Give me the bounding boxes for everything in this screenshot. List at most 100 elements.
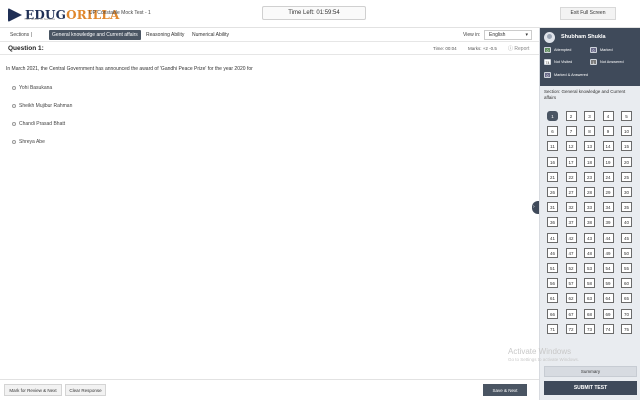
question-number-button[interactable]: 3 — [584, 111, 595, 121]
question-number-button[interactable]: 48 — [584, 247, 595, 258]
question-number-button[interactable]: 26 — [547, 187, 558, 197]
question-number-button[interactable]: 47 — [565, 247, 577, 258]
question-title: Question 1: — [8, 45, 44, 52]
question-number-button[interactable]: 39 — [602, 217, 614, 228]
question-number-button[interactable]: 29 — [602, 187, 614, 197]
question-number-button[interactable]: 52 — [565, 263, 577, 273]
tab-general-knowledge[interactable]: General knowledge and Current affairs — [49, 30, 141, 40]
question-number-button[interactable]: 54 — [602, 263, 614, 273]
question-number-button[interactable]: 65 — [621, 293, 632, 304]
question-number-button[interactable]: 49 — [602, 247, 614, 258]
question-number-button[interactable]: 25 — [621, 171, 632, 182]
question-number-button[interactable]: 51 — [547, 263, 558, 273]
question-number-button[interactable]: 41 — [547, 232, 558, 243]
language-value: English — [489, 32, 506, 38]
tab-numerical-ability[interactable]: Numerical Ability — [189, 30, 232, 40]
question-number-button[interactable]: 10 — [621, 126, 632, 137]
option-1[interactable]: Yohi Basukana — [12, 85, 52, 91]
question-number-button[interactable]: 19 — [602, 156, 614, 167]
question-number-button[interactable]: 22 — [565, 171, 577, 182]
question-number-button[interactable]: 23 — [584, 171, 595, 182]
question-number-button[interactable]: 62 — [565, 293, 577, 304]
question-number-button[interactable]: 5 — [621, 111, 632, 121]
question-number-button[interactable]: 59 — [602, 278, 614, 289]
question-number-button[interactable]: 44 — [602, 232, 614, 243]
question-number-button[interactable]: 13 — [584, 141, 595, 152]
question-number-button[interactable]: 72 — [565, 323, 577, 334]
question-number-button[interactable]: 31 — [547, 202, 558, 213]
save-next-button[interactable]: Save & Next — [483, 384, 527, 396]
question-number-button[interactable]: 64 — [602, 293, 614, 304]
option-2[interactable]: Sheikh Mujibur Rahman — [12, 103, 72, 109]
question-number-button[interactable]: 4 — [602, 111, 614, 121]
question-number-button[interactable]: 71 — [547, 323, 558, 334]
question-number-button[interactable]: 9 — [602, 126, 614, 137]
question-number-button[interactable]: 1 — [547, 111, 558, 121]
question-number-button[interactable]: 34 — [602, 202, 614, 213]
exit-fullscreen-button[interactable]: Exit Full Screen — [560, 7, 616, 20]
question-number-button[interactable]: 53 — [584, 263, 595, 273]
option-4[interactable]: Shreya Abe — [12, 139, 45, 145]
question-number-button[interactable]: 11 — [547, 141, 558, 152]
tab-reasoning-ability[interactable]: Reasoning Ability — [143, 30, 187, 40]
question-number-button[interactable]: 56 — [547, 278, 558, 289]
question-number-button[interactable]: 46 — [547, 247, 558, 258]
question-number-button[interactable]: 14 — [602, 141, 614, 152]
question-number-button[interactable]: 43 — [584, 232, 595, 243]
report-button[interactable]: ⓘ Report — [508, 45, 529, 52]
question-number-button[interactable]: 15 — [621, 141, 632, 152]
question-number-button[interactable]: 2 — [565, 111, 577, 121]
question-number-button[interactable]: 45 — [621, 232, 632, 243]
radio-button[interactable] — [12, 140, 16, 144]
question-number-button[interactable]: 33 — [584, 202, 595, 213]
mark-review-next-button[interactable]: Mark for Review & Next — [4, 384, 62, 396]
option-3[interactable]: Chandi Prasad Bhatt — [12, 121, 65, 127]
question-number-button[interactable]: 73 — [584, 323, 595, 334]
question-number-button[interactable]: 32 — [565, 202, 577, 213]
question-number-button[interactable]: 57 — [565, 278, 577, 289]
question-number-button[interactable]: 16 — [547, 156, 558, 167]
question-number-button[interactable]: 21 — [547, 171, 558, 182]
question-number-button[interactable]: 24 — [602, 171, 614, 182]
question-number-button[interactable]: 66 — [547, 308, 558, 319]
question-number-button[interactable]: 40 — [621, 217, 632, 228]
clear-response-button[interactable]: Clear Response — [65, 384, 106, 396]
question-number-button[interactable]: 69 — [602, 308, 614, 319]
question-number-button[interactable]: 68 — [584, 308, 595, 319]
question-number-button[interactable]: 12 — [565, 141, 577, 152]
question-number-button[interactable]: 63 — [584, 293, 595, 304]
question-number-button[interactable]: 70 — [621, 308, 632, 319]
question-number-button[interactable]: 20 — [621, 156, 632, 167]
question-number-button[interactable]: 67 — [565, 308, 577, 319]
question-number-button[interactable]: 74 — [602, 323, 614, 334]
question-number-button[interactable]: 18 — [584, 156, 595, 167]
question-number-button[interactable]: 8 — [584, 126, 595, 137]
question-number-button[interactable]: 37 — [565, 217, 577, 228]
question-number-button[interactable]: 42 — [565, 232, 577, 243]
submit-test-button[interactable]: SUBMIT TEST — [544, 381, 637, 395]
avatar — [544, 32, 555, 43]
radio-button[interactable] — [12, 86, 16, 90]
question-number-button[interactable]: 30 — [621, 187, 632, 197]
question-number-button[interactable]: 55 — [621, 263, 632, 273]
user-name: Shubham Shukla — [561, 34, 606, 40]
summary-button[interactable]: Summary — [544, 366, 637, 377]
question-number-button[interactable]: 60 — [621, 278, 632, 289]
legend-attempted: 0 Attempted — [544, 47, 571, 53]
question-number-button[interactable]: 35 — [621, 202, 632, 213]
radio-button[interactable] — [12, 122, 16, 126]
question-number-button[interactable]: 75 — [621, 323, 632, 334]
question-number-button[interactable]: 61 — [547, 293, 558, 304]
question-number-button[interactable]: 38 — [584, 217, 595, 228]
question-number-button[interactable]: 17 — [565, 156, 577, 167]
language-select[interactable]: English ▾ — [484, 30, 532, 40]
question-number-button[interactable]: 27 — [565, 187, 577, 197]
question-number-button[interactable]: 36 — [547, 217, 558, 228]
radio-button[interactable] — [12, 104, 16, 108]
question-number-button[interactable]: 6 — [547, 126, 558, 137]
profile-legend: Shubham Shukla 0 Attempted 0 Marked 74 Not … — [540, 28, 640, 86]
question-number-button[interactable]: 50 — [621, 247, 632, 258]
question-number-button[interactable]: 28 — [584, 187, 595, 197]
question-number-button[interactable]: 58 — [584, 278, 595, 289]
question-number-button[interactable]: 7 — [565, 126, 577, 137]
